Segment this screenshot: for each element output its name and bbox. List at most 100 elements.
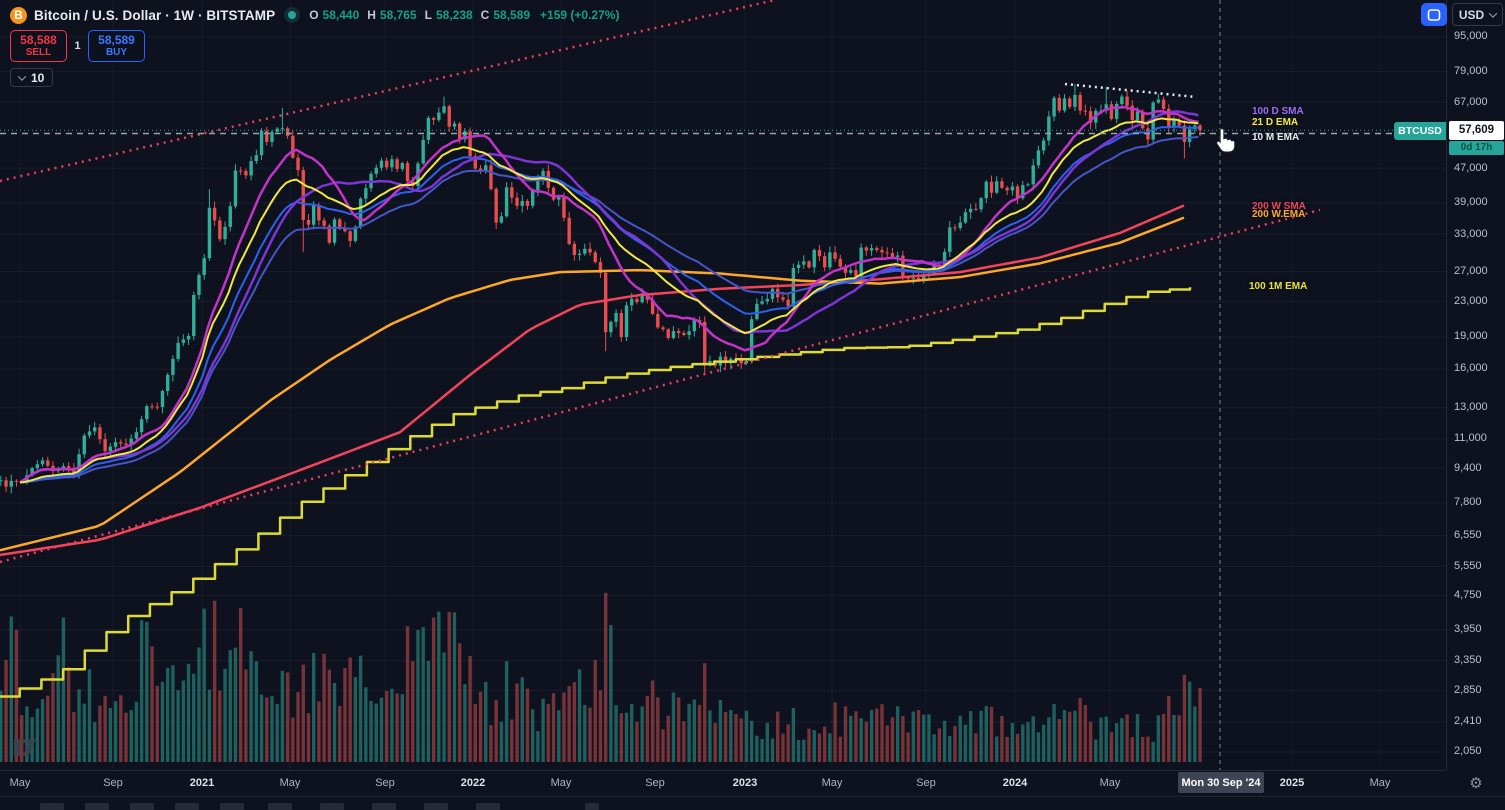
buy-price: 58,589 [98, 32, 135, 47]
time-tick: 2022 [460, 777, 486, 789]
price-tick: 19,000 [1454, 330, 1488, 343]
price-chart-canvas[interactable] [0, 0, 1446, 770]
time-tick: May [821, 777, 843, 789]
indicator-label-100-d-sma[interactable]: 100 D SMA [1252, 106, 1304, 117]
gridlines [0, 0, 1446, 770]
sell-label: SELL [25, 47, 52, 59]
ohlc-value: 58,238 [435, 8, 473, 22]
time-tick: Sep [645, 777, 665, 789]
indicator-label-100-1m-ema[interactable]: 100 1M EMA [1249, 281, 1307, 292]
order-panel: 58,588 SELL 1 58,589 BUY [10, 30, 145, 62]
interval-dropdown[interactable]: 10 [10, 68, 54, 87]
price-tick: 16,000 [1454, 362, 1488, 375]
tradingview-chart-window: B Bitcoin / U.S. Dollar · 1W · BITSTAMP … [0, 0, 1505, 810]
clipped-toolbar-button[interactable] [320, 803, 344, 810]
price-change: +159 (+0.27%) [540, 8, 620, 22]
clipped-toolbar-button[interactable] [175, 803, 199, 810]
price-tick: 95,000 [1454, 30, 1488, 43]
time-tick: Sep [375, 777, 395, 789]
time-tick: May [1099, 777, 1121, 789]
price-axis[interactable]: 57,609 0d 17h 95,000 79,000 67,000 47,000 39… [1446, 0, 1505, 770]
price-tick: 67,000 [1454, 95, 1488, 108]
bar-close-countdown: 0d 17h [1449, 140, 1504, 155]
time-tick: May [550, 777, 572, 789]
ohlc-values: O 58,440 H 58,765 L 58,238 C 58,589 +159 (+0.27%… [309, 8, 619, 22]
ma-line-purple-aux[interactable] [19, 110, 1199, 484]
price-tick: 3,350 [1454, 653, 1482, 666]
frame-icon [1427, 7, 1441, 22]
clipped-toolbar-button[interactable] [40, 803, 64, 810]
last-price-symbol-tag: BTCUSD [1394, 121, 1446, 140]
symbol-header: B Bitcoin / U.S. Dollar · 1W · BITSTAMP … [10, 5, 619, 25]
price-tick: 7,800 [1454, 496, 1482, 509]
time-axis-settings-gear-icon[interactable]: ⚙ [1464, 771, 1488, 795]
price-tick: 27,000 [1454, 264, 1488, 277]
ohlc-key: L [424, 8, 432, 22]
time-tick: Sep [103, 777, 123, 789]
time-tick: May [1369, 777, 1391, 789]
time-tick: 2024 [1002, 777, 1028, 789]
chevron-down-icon [17, 71, 27, 81]
price-tick: 33,000 [1454, 227, 1488, 240]
ohlc-key: H [367, 8, 376, 22]
buy-button[interactable]: 58,589 BUY [88, 30, 145, 62]
clipped-toolbar-button[interactable] [585, 803, 599, 810]
screenshot-frame-button[interactable] [1421, 3, 1447, 26]
ohlc-value: 58,589 [493, 8, 531, 22]
mouse-cursor-hand [1216, 128, 1236, 153]
ohlc-value: 58,440 [322, 8, 360, 22]
price-tick: 2,850 [1454, 684, 1482, 697]
ma-line-100-d-sma[interactable] [19, 105, 1199, 484]
crosshair-date-label: Mon 30 Sep '24 [1178, 772, 1264, 793]
indicator-label-10-m-ema[interactable]: 10 M EMA [1252, 132, 1299, 143]
price-tick: 47,000 [1454, 161, 1488, 174]
time-tick: Sep [916, 777, 936, 789]
clipped-toolbar-button[interactable] [476, 803, 500, 810]
indicator-label-200-w-ema[interactable]: 200 W.EMA [1252, 209, 1305, 220]
time-axis[interactable]: Mon 30 Sep '24 May Sep 2021 May Sep 2022 May Se… [0, 770, 1446, 796]
buy-label: BUY [105, 47, 128, 59]
local-top-dotted-line[interactable] [1064, 82, 1197, 99]
price-tick: 2,050 [1454, 745, 1482, 758]
ma-line-200-w-ema[interactable] [0, 216, 1185, 552]
price-tick: 23,000 [1454, 294, 1488, 307]
time-tick: 2023 [732, 777, 758, 789]
symbol-title[interactable]: Bitcoin / U.S. Dollar · 1W · BITSTAMP [34, 8, 275, 23]
spread-value: 1 [74, 40, 81, 52]
upper-channel-line[interactable] [0, 0, 776, 183]
price-tick: 13,000 [1454, 401, 1488, 414]
bottom-toolbar-clipped [0, 796, 1505, 810]
price-tick: 11,000 [1454, 432, 1487, 445]
last-price-label: 57,609 [1449, 120, 1504, 140]
time-tick: 2025 [1279, 777, 1305, 789]
clipped-toolbar-button[interactable] [130, 803, 154, 810]
market-status-dot-icon[interactable] [288, 11, 297, 19]
clipped-toolbar-button[interactable] [268, 803, 292, 810]
price-tick: 79,000 [1454, 64, 1488, 77]
price-tick: 4,750 [1454, 588, 1482, 601]
sell-price: 58,588 [20, 32, 57, 47]
interval-value: 10 [31, 70, 45, 85]
currency-value: USD [1458, 7, 1485, 22]
clipped-toolbar-button[interactable] [85, 803, 109, 810]
clipped-toolbar-button[interactable] [220, 803, 244, 810]
volume-bars [0, 592, 1202, 762]
currency-dropdown[interactable]: USD [1452, 3, 1503, 26]
ohlc-value: 58,765 [379, 8, 417, 22]
price-tick: 39,000 [1454, 196, 1488, 209]
time-tick: 2021 [189, 777, 215, 789]
time-tick: May [9, 777, 31, 789]
time-tick: May [279, 777, 301, 789]
price-tick: 3,950 [1454, 623, 1482, 636]
price-tick: 5,550 [1454, 559, 1482, 572]
price-tick: 2,410 [1454, 715, 1482, 728]
ohlc-key: C [480, 8, 490, 22]
price-tick: 6,550 [1454, 528, 1482, 541]
sell-button[interactable]: 58,588 SELL [10, 30, 67, 62]
bitcoin-logo-icon: B [10, 6, 27, 24]
clipped-toolbar-button[interactable] [424, 803, 448, 810]
chevron-down-icon [1488, 8, 1498, 18]
ma-line-blue-aux[interactable] [19, 125, 1199, 484]
clipped-toolbar-button[interactable] [372, 803, 396, 810]
indicator-label-21-d-ema[interactable]: 21 D EMA [1252, 117, 1298, 128]
